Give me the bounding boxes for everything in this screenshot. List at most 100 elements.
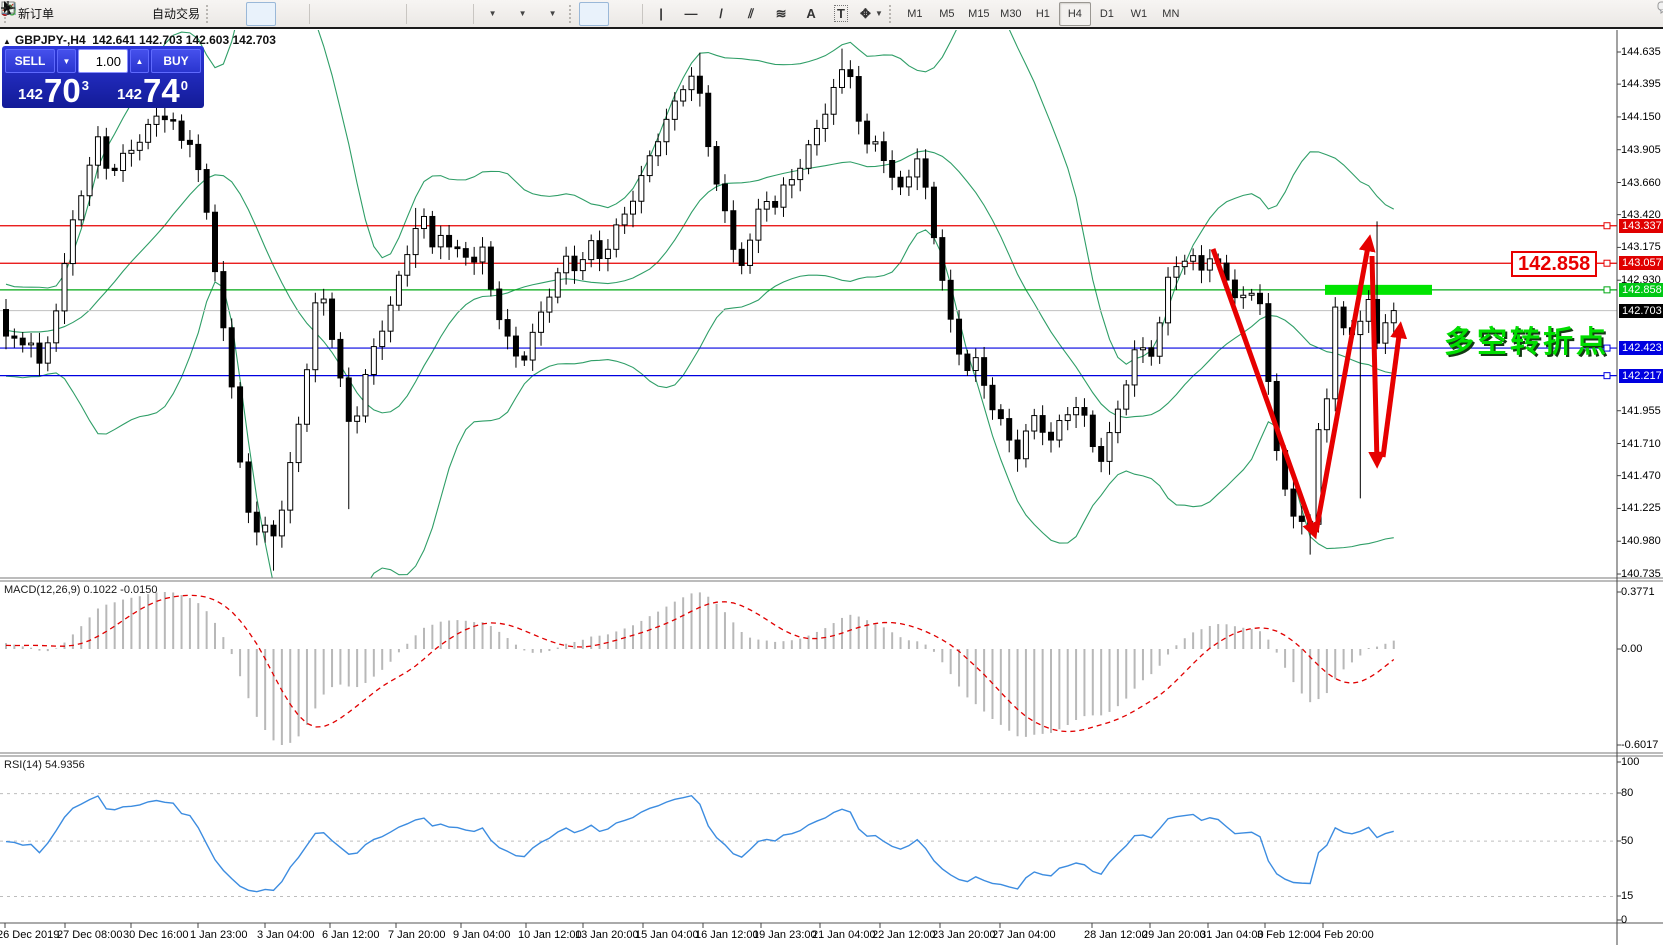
mql5-market-button[interactable] <box>58 2 88 26</box>
horizontal-line-tool-button[interactable]: — <box>676 2 706 26</box>
zoom-in-button[interactable] <box>313 2 343 26</box>
templates-button[interactable]: ▼ <box>537 2 567 26</box>
price-tick-label: 140.980 <box>1621 535 1663 548</box>
vline-icon: | <box>659 6 663 21</box>
auto-scroll-button[interactable] <box>410 2 440 26</box>
autotrading-button[interactable]: 自动交易 <box>148 2 204 26</box>
buy-button[interactable]: BUY <box>151 49 201 73</box>
time-tick-label: 27 Jan 04:00 <box>992 929 1056 941</box>
ohlc-close: 142.703 <box>233 33 276 47</box>
time-tick-label: 6 Jan 12:00 <box>322 929 380 941</box>
marked-price-label: 142.217 <box>1619 369 1663 383</box>
zoom-out-button[interactable] <box>343 2 373 26</box>
macd-tick-label: 0.3771 <box>1621 586 1663 599</box>
buy-price-big: 74 <box>143 77 180 105</box>
rsi-indicator-label: RSI(14) 54.9356 <box>4 759 85 771</box>
dropdown-caret: ▼ <box>489 9 497 18</box>
timeframe-button-M15[interactable]: M15 <box>963 2 995 26</box>
indicators-button[interactable]: ▼ <box>477 2 507 26</box>
text-tool-button[interactable]: A <box>796 2 826 26</box>
time-tick-label: 30 Dec 16:00 <box>123 929 188 941</box>
timeframe-button-M1[interactable]: M1 <box>899 2 931 26</box>
rsi-plot <box>0 794 1617 897</box>
ohlc-high: 142.703 <box>139 33 182 47</box>
text-tool-icon: A <box>806 6 815 21</box>
timeframe-button-D1[interactable]: D1 <box>1091 2 1123 26</box>
timeframe-button-M5[interactable]: M5 <box>931 2 963 26</box>
time-tick-label: 4 Feb 20:00 <box>1315 929 1374 941</box>
timeframe-button-H4[interactable]: H4 <box>1059 2 1091 26</box>
ohlc-low: 142.603 <box>186 33 229 47</box>
time-tick-label: 3 Feb 12:00 <box>1257 929 1316 941</box>
timeframe-group: M1M5M15M30H1H4D1W1MN <box>899 2 1187 26</box>
thick-green-segment[interactable] <box>1325 285 1432 295</box>
price-tick-label: 144.635 <box>1621 46 1663 59</box>
one-click-collapse-icon[interactable]: ▲ <box>3 37 11 46</box>
toolbar-drag-handle[interactable] <box>569 5 576 23</box>
chart-shift-button[interactable] <box>440 2 470 26</box>
channel-icon: ⫽ <box>748 6 754 22</box>
new-order-button[interactable]: 新订单 <box>14 2 58 26</box>
periods-button[interactable]: ▼ <box>507 2 537 26</box>
community-button[interactable] <box>88 2 118 26</box>
time-tick-label: 21 Jan 04:00 <box>812 929 876 941</box>
candlesticks <box>4 49 1397 571</box>
price-tick-label: 141.955 <box>1621 405 1663 418</box>
time-tick-label: 23 Jan 20:00 <box>932 929 996 941</box>
time-tick-label: 26 Dec 2019 <box>0 929 59 941</box>
rsi-tick-label: 100 <box>1621 756 1663 769</box>
trendline-tool-button[interactable]: / <box>706 2 736 26</box>
volume-decrease-button[interactable]: ▼ <box>57 49 76 73</box>
bar-chart-type-button[interactable] <box>216 2 246 26</box>
candlestick-chart-type-button[interactable] <box>246 2 276 26</box>
rsi-tick-label: 15 <box>1621 890 1663 903</box>
rsi-tick-label: 0 <box>1621 914 1663 927</box>
new-order-label: 新订单 <box>18 5 54 22</box>
timeframe-button-MN[interactable]: MN <box>1155 2 1187 26</box>
volume-increase-button[interactable]: ▲ <box>130 49 149 73</box>
timeframe-button-M30[interactable]: M30 <box>995 2 1027 26</box>
price-tick-label: 144.395 <box>1621 78 1663 91</box>
symbol-name: GBPJPY-,H4 <box>15 33 86 47</box>
cn-annotation-text[interactable]: 多空转折点 <box>1444 317 1609 361</box>
trend-arrow-objects[interactable] <box>1213 241 1400 533</box>
tile-windows-button[interactable] <box>373 2 403 26</box>
price-tick-label: 143.175 <box>1621 241 1663 254</box>
dropdown-caret: ▼ <box>549 9 557 18</box>
channel-tool-button[interactable]: ⫽ <box>736 2 766 26</box>
main-toolbar: 新订单 自动交易 ▼ ▼ <box>0 0 1663 27</box>
chat-icon[interactable] <box>1657 0 1663 16</box>
time-tick-label: 15 Jan 04:00 <box>635 929 699 941</box>
macd-histogram <box>6 592 1394 745</box>
toolbar-drag-handle[interactable] <box>889 5 896 23</box>
volume-input[interactable]: 1.00 <box>78 49 128 73</box>
trend-arrow[interactable] <box>1316 241 1369 532</box>
price-tick-label: 141.225 <box>1621 502 1663 515</box>
signals-button[interactable] <box>118 2 148 26</box>
crosshair-tool-button[interactable] <box>609 2 639 26</box>
time-tick-label: 3 Jan 04:00 <box>257 929 315 941</box>
time-tick-label: 1 Jan 23:00 <box>190 929 248 941</box>
timeframe-button-W1[interactable]: W1 <box>1123 2 1155 26</box>
price-annotation-box[interactable]: 142.858 <box>1511 251 1597 277</box>
marked-price-label: 142.423 <box>1619 341 1663 355</box>
vertical-line-tool-button[interactable]: | <box>646 2 676 26</box>
buy-price-display[interactable]: 142740 <box>104 74 201 106</box>
sell-price-pip: 3 <box>82 78 89 93</box>
time-tick-label: 28 Jan 12:00 <box>1084 929 1148 941</box>
price-tick-label: 143.905 <box>1621 144 1663 157</box>
sell-button[interactable]: SELL <box>5 49 55 73</box>
toolbar-drag-handle[interactable] <box>206 5 213 23</box>
arrows-tool-button[interactable]: ✥▼ <box>856 2 887 26</box>
cursor-tool-button[interactable] <box>579 2 609 26</box>
marked-price-label: 143.337 <box>1619 219 1663 233</box>
fibonacci-tool-button[interactable]: ≋ <box>766 2 796 26</box>
line-chart-type-button[interactable] <box>276 2 306 26</box>
sell-price-display[interactable]: 142703 <box>5 74 102 106</box>
trend-arrow[interactable] <box>1213 249 1314 533</box>
timeframe-button-H1[interactable]: H1 <box>1027 2 1059 26</box>
text-label-tool-button[interactable]: T <box>826 2 856 26</box>
chart-canvas[interactable] <box>0 0 1663 949</box>
price-tick-label: 141.710 <box>1621 438 1663 451</box>
time-tick-label: 13 Jan 20:00 <box>575 929 639 941</box>
